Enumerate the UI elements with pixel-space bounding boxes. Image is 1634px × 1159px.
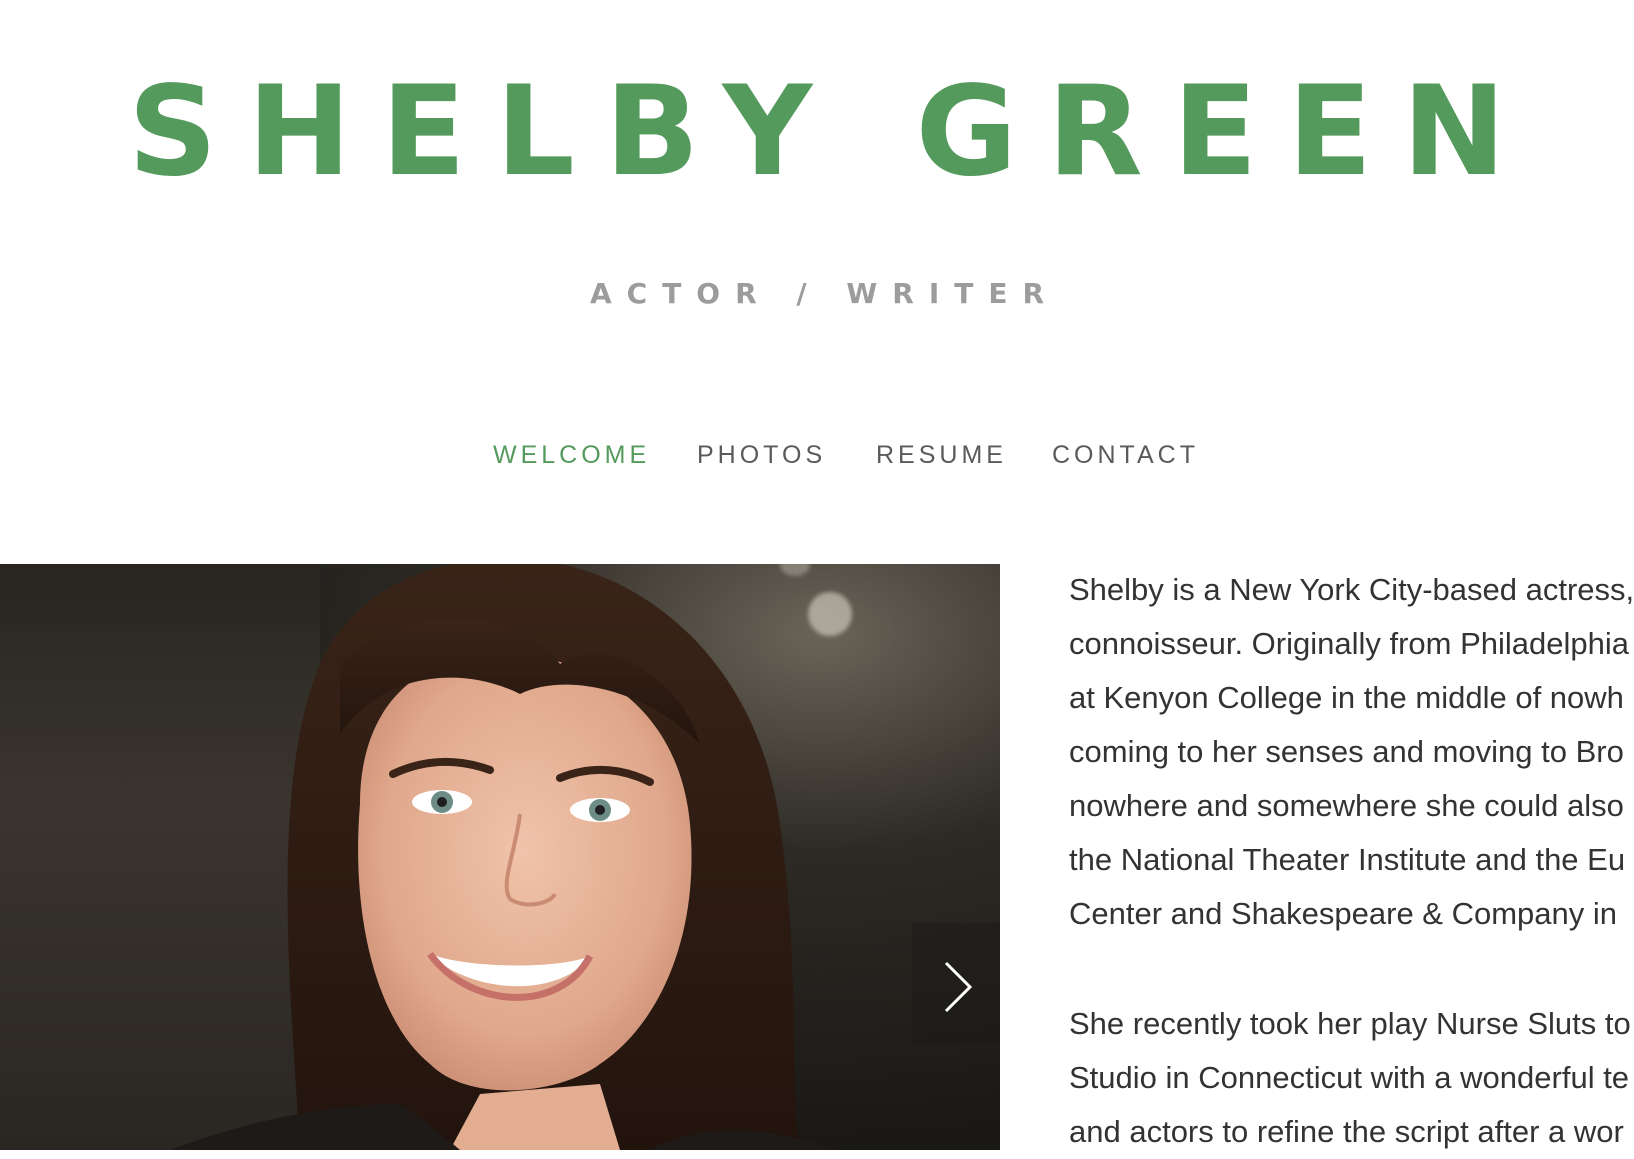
bio-paragraph: Shelby is a New York City-based actress,… xyxy=(1069,563,1634,941)
bio-text: Shelby is a New York City-based actress,… xyxy=(1069,563,1634,1159)
bio-line: coming to her senses and moving to Bro xyxy=(1069,734,1624,769)
bio-line: the National Theater Institute and the E… xyxy=(1069,842,1626,877)
nav-item-contact[interactable]: CONTACT xyxy=(1052,435,1199,475)
bio-line: She recently took her play Nurse Sluts t… xyxy=(1069,1006,1631,1041)
bio-line: Center and Shakespeare & Company in xyxy=(1069,896,1617,931)
slideshow-next-button[interactable] xyxy=(912,923,1000,1043)
site-tagline: ACTOR / WRITER xyxy=(589,277,1060,310)
bio-line: Studio in Connecticut with a wonderful t… xyxy=(1069,1060,1630,1095)
nav-item-welcome[interactable]: WELCOME xyxy=(493,435,650,475)
bio-line: nowhere and somewhere she could also xyxy=(1069,788,1624,823)
bio-line: and actors to refine the script after a … xyxy=(1069,1114,1624,1149)
site-title[interactable]: SHELBY GREEN xyxy=(0,62,1634,202)
bio-paragraph: She recently took her play Nurse Sluts t… xyxy=(1069,997,1634,1159)
bio-line: connoisseur. Originally from Philadelphi… xyxy=(1069,626,1630,661)
nav-item-resume[interactable]: RESUME xyxy=(876,435,1007,475)
chevron-right-icon xyxy=(944,961,973,1013)
main-navigation: WELCOME PHOTOS RESUME CONTACT xyxy=(0,435,1634,475)
nav-item-photos[interactable]: PHOTOS xyxy=(697,435,826,475)
bio-line: Shelby is a New York City-based actress, xyxy=(1069,572,1634,607)
headshot-slideshow xyxy=(0,564,1000,1150)
headshot-photo xyxy=(170,564,840,1150)
bio-line: at Kenyon College in the middle of nowh xyxy=(1069,680,1624,715)
